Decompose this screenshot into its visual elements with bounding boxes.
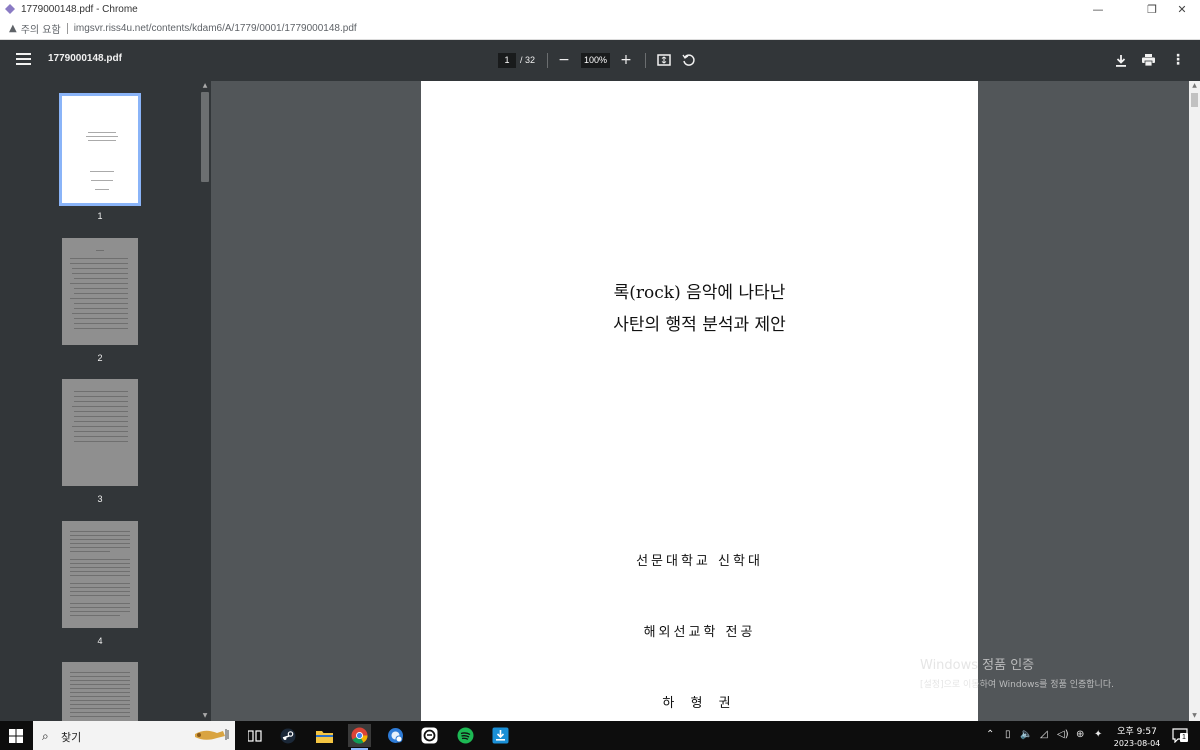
volume-icon[interactable]: 🔈	[1020, 729, 1032, 740]
scroll-down-arrow-icon[interactable]: ▼	[200, 711, 210, 720]
more-actions-icon[interactable]: ⋮	[1169, 51, 1187, 69]
search-highlight-doodle-icon	[195, 729, 229, 740]
pdf-viewer[interactable]: 록(rock) 음악에 나타난 사탄의 행적 분석과 제안 선문대학교 신학대 …	[211, 81, 1189, 721]
document-title-line-1: 록(rock) 음악에 나타난	[613, 283, 786, 303]
minimize-button[interactable]: —	[1080, 0, 1116, 18]
fit-page-icon[interactable]	[655, 51, 673, 69]
university-name: 선문대학교 신학대	[636, 554, 763, 569]
scroll-up-arrow-icon[interactable]: ▲	[1189, 81, 1200, 91]
zoom-out-button[interactable]: −	[555, 51, 573, 69]
zoom-in-button[interactable]: +	[617, 51, 635, 69]
warning-triangle-icon[interactable]: ▲	[9, 23, 17, 34]
zoom-level-input[interactable]: 100%	[581, 53, 610, 68]
search-placeholder: 찾기	[61, 731, 82, 744]
thumbnail-label: 4	[97, 636, 103, 646]
thumbnail-page[interactable]	[62, 662, 138, 721]
browser-app-icon[interactable]	[384, 724, 407, 747]
rotate-icon[interactable]	[680, 51, 698, 69]
print-icon[interactable]	[1139, 51, 1157, 69]
pdf-toolbar: 1779000148.pdf 1 / 32 − 100% + ⋮	[0, 40, 1200, 81]
notification-count: 1	[1180, 733, 1188, 742]
address-bar[interactable]: ▲ 주의 요함 imgsvr.riss4u.net/contents/kdam6…	[0, 18, 1200, 40]
installer-app-icon[interactable]	[489, 724, 512, 747]
watermark-subtitle: [설정]으로 이동하여 Windows를 정품 인증합니다.	[920, 680, 1114, 690]
location-icon[interactable]: ✦	[1094, 729, 1102, 740]
messenger-app-icon[interactable]	[418, 724, 441, 747]
search-icon: ⌕	[42, 729, 49, 743]
file-explorer-icon[interactable]	[313, 724, 336, 747]
thumbnail-sidebar: 1 2 3 4 ▲ ▼	[0, 81, 211, 721]
thumbnail-label: 2	[97, 353, 103, 363]
scroll-down-arrow-icon[interactable]: ▼	[1189, 711, 1200, 721]
window-title: 1779000148.pdf - Chrome	[21, 3, 138, 15]
thumbnail-page[interactable]	[59, 93, 141, 206]
tray-device-icon[interactable]: ▯	[1005, 729, 1011, 740]
url-text[interactable]: imgsvr.riss4u.net/contents/kdam6/A/1779/…	[74, 23, 357, 34]
address-separator	[66, 23, 68, 34]
speaker-icon[interactable]: ◁)	[1057, 729, 1069, 740]
input-method-icon[interactable]: ⊕	[1076, 729, 1084, 740]
windows-start-icon[interactable]	[0, 721, 32, 750]
page-total: / 32	[520, 55, 536, 65]
chrome-window-icon	[5, 4, 15, 14]
windows-activation-watermark: Windows 정품 인증 [설정]으로 이동하여 Windows를 정품 인증…	[920, 654, 1114, 690]
scroll-up-arrow-icon[interactable]: ▲	[200, 81, 210, 90]
page-number-input[interactable]: 1	[498, 53, 516, 68]
window-titlebar: 1779000148.pdf - Chrome — ❐ ✕	[0, 0, 1200, 18]
security-warning-label[interactable]: 주의 요함	[21, 21, 61, 36]
network-icon[interactable]: ◿	[1040, 729, 1048, 740]
clock-date: 2023-08-04	[1113, 739, 1161, 748]
spotify-app-icon[interactable]	[454, 724, 477, 747]
thumbnail-label: 1	[97, 211, 103, 221]
steam-app-icon[interactable]	[276, 724, 299, 747]
toolbar-divider	[645, 53, 646, 68]
major-name: 해외선교학 전공	[643, 625, 756, 640]
chrome-app-icon[interactable]	[348, 724, 371, 750]
scrollbar-thumb[interactable]	[1191, 93, 1198, 107]
thumbnail-page[interactable]	[62, 521, 138, 628]
thumbnail-label: 3	[97, 494, 103, 504]
taskbar-search-box[interactable]: ⌕ 찾기	[33, 721, 235, 750]
thumbnail-page[interactable]	[62, 379, 138, 486]
taskbar-clock[interactable]: 오후 9:57 2023-08-04	[1111, 724, 1163, 748]
thumbnail-page[interactable]	[62, 238, 138, 345]
download-icon[interactable]	[1112, 51, 1130, 69]
close-button[interactable]: ✕	[1164, 0, 1200, 18]
main-scrollbar[interactable]: ▲ ▼	[1189, 81, 1200, 721]
pdf-filename: 1779000148.pdf	[48, 53, 122, 64]
toolbar-divider	[547, 53, 548, 68]
windows-taskbar: ⌕ 찾기 ⌃ ▯ 🔈 ◿ ◁) ⊕ ✦ 오후 9:57 2023-08-04 1	[0, 721, 1200, 750]
sidebar-scrollbar[interactable]: ▲ ▼	[199, 81, 211, 721]
task-view-icon[interactable]	[243, 724, 266, 747]
author-name: 하 형 권	[662, 696, 737, 711]
document-title-line-2: 사탄의 행적 분석과 제안	[613, 315, 786, 335]
tray-expand-icon[interactable]: ⌃	[986, 729, 994, 740]
watermark-title: Windows 정품 인증	[920, 658, 1035, 673]
notification-center-icon[interactable]: 1	[1172, 727, 1188, 744]
menu-icon[interactable]	[16, 53, 31, 68]
scrollbar-thumb[interactable]	[201, 92, 209, 182]
clock-time: 오후 9:57	[1117, 727, 1157, 737]
pdf-page: 록(rock) 음악에 나타난 사탄의 행적 분석과 제안 선문대학교 신학대 …	[421, 81, 978, 721]
